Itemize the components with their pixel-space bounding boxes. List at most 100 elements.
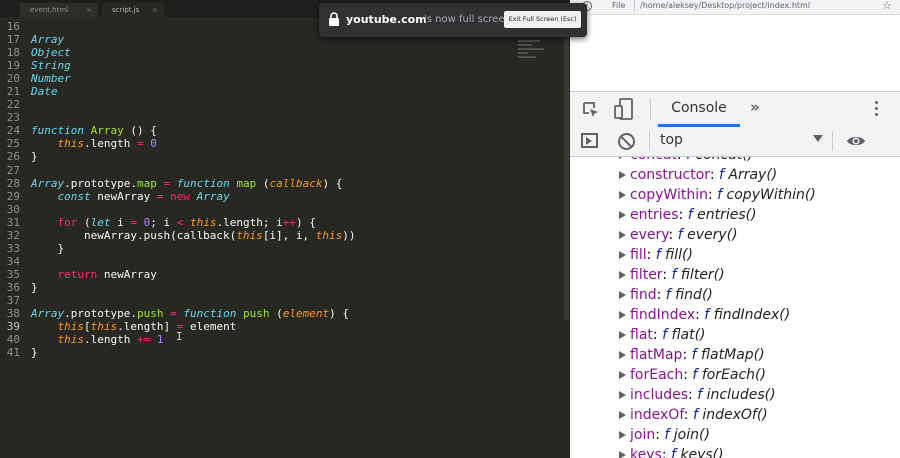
property-val: join() [673, 427, 710, 443]
code-token: .length] [117, 320, 177, 334]
bookmark-star-icon[interactable]: ☆ [882, 0, 892, 12]
code-line[interactable]: 21 Date [0, 85, 560, 98]
expand-triangle-icon[interactable] [619, 157, 626, 159]
code-line[interactable]: 18 Object [0, 46, 560, 59]
property-key: indexOf [630, 407, 684, 423]
code-text: this[this.length] = element [31, 320, 237, 334]
expand-triangle-icon[interactable] [619, 171, 626, 179]
expand-triangle-icon[interactable] [619, 351, 626, 359]
property-val: indexOf() [702, 407, 768, 423]
code-token: this [57, 320, 85, 334]
property-key: flat [630, 327, 653, 343]
context-select[interactable]: top [656, 127, 824, 155]
code-text: Object [31, 46, 71, 59]
code-line[interactable]: 26} [0, 150, 560, 163]
line-number: 25 [6, 137, 20, 151]
code-line[interactable]: 40 this.length += 1 [0, 333, 560, 346]
line-number: 31 [6, 215, 20, 229]
code-line[interactable]: 34 [0, 255, 560, 268]
code-token: = [170, 307, 177, 321]
tab-console[interactable]: Console [658, 92, 740, 127]
lock-icon [329, 12, 339, 26]
expand-triangle-icon[interactable] [619, 211, 626, 219]
tab-script-js[interactable]: script.js × [102, 3, 164, 17]
property-val: forEach() [701, 367, 766, 383]
code-line[interactable]: 29 const newArray = new Array [0, 190, 560, 203]
more-tabs-icon[interactable]: » [750, 98, 760, 116]
show-sidebar-icon[interactable] [581, 133, 598, 148]
editor-scrollbar[interactable] [564, 20, 569, 320]
line-number: 26 [6, 150, 20, 164]
expand-triangle-icon[interactable] [619, 291, 626, 299]
tab-event-html[interactable]: event.html × [20, 3, 98, 17]
line-number: 19 [6, 59, 20, 73]
property-text: flatMap: f flatMap() [630, 345, 765, 365]
code-line[interactable]: 35 return newArray [0, 268, 560, 281]
code-line[interactable]: 32 newArray.push(callback(this[i], i, th… [0, 229, 560, 242]
property-text: every: f every() [630, 225, 738, 245]
expand-triangle-icon[interactable] [619, 231, 626, 239]
code-line[interactable]: 28 Array.prototype.map = function map (ca… [0, 177, 560, 190]
code-token: let [90, 215, 111, 229]
code-editor[interactable]: event.html × script.js × 16 17 Array 18 Obje… [0, 0, 570, 458]
code-text: for (let i = 0; i < this.length; i++) { [31, 216, 316, 229]
code-line[interactable]: 39 this[this.length] = element [0, 320, 560, 333]
code-line[interactable]: 37 [0, 294, 560, 307]
code-line[interactable]: 36} [0, 281, 560, 294]
code-token: newArray [90, 189, 157, 203]
expand-triangle-icon[interactable] [619, 391, 626, 399]
property-val: filter() [680, 267, 725, 283]
code-line[interactable]: 22 [0, 98, 560, 111]
code-line[interactable]: 23 [0, 111, 560, 124]
property-sep: : [688, 387, 698, 403]
code-token: map [136, 176, 157, 190]
console-output[interactable]: concat: f concat()constructor: f Array()… [570, 157, 900, 458]
eye-icon[interactable] [846, 134, 866, 148]
code-token: Array [196, 189, 230, 203]
property-text: fill: f fill() [630, 245, 693, 265]
code-line[interactable]: 24 function Array () { [0, 124, 560, 137]
device-toolbar-icon[interactable] [614, 98, 636, 120]
expand-triangle-icon[interactable] [619, 411, 626, 419]
expand-triangle-icon[interactable] [619, 451, 626, 458]
divider [832, 131, 833, 151]
code-line[interactable]: 25 this.length = 0 [0, 137, 560, 150]
close-tab-icon[interactable]: × [152, 3, 158, 17]
minimap[interactable] [518, 40, 548, 80]
property-sep: : [652, 327, 663, 343]
line-number: 27 [6, 163, 20, 177]
close-tab-icon[interactable]: × [86, 3, 92, 17]
code-line[interactable]: 30 [0, 203, 560, 216]
property-val: includes() [706, 387, 776, 403]
code-line[interactable]: 41} [0, 346, 560, 359]
property-text: find: f find() [630, 285, 713, 305]
code-line[interactable]: 20 Number [0, 72, 560, 85]
code-token: Number [31, 72, 71, 86]
inspect-element-icon[interactable] [582, 101, 600, 119]
more-options-icon[interactable] [875, 101, 879, 119]
code-area[interactable]: 16 17 Array 18 Object 19 String 20 Number 21 Date 2… [0, 20, 560, 359]
exit-fullscreen-button[interactable]: Exit Full Screen (Esc) [504, 11, 581, 28]
property-key: constructor [630, 167, 710, 183]
code-line[interactable]: 19 String [0, 59, 560, 72]
clear-console-icon[interactable] [618, 133, 635, 150]
expand-triangle-icon[interactable] [619, 251, 626, 259]
url-path[interactable]: /home/aleksey/Desktop/project/index.html [640, 1, 810, 10]
code-token: i [110, 215, 131, 229]
code-line[interactable]: 33 } [0, 242, 560, 255]
code-line[interactable]: 38 Array.prototype.push = function push (… [0, 307, 560, 320]
expand-triangle-icon[interactable] [619, 311, 626, 319]
line-number: 22 [6, 98, 20, 112]
code-line[interactable]: 27 [0, 164, 560, 177]
expand-triangle-icon[interactable] [619, 331, 626, 339]
address-bar[interactable]: i File /home/aleksey/Desktop/project/ind… [570, 0, 900, 15]
property-val: flat() [671, 327, 706, 343]
expand-triangle-icon[interactable] [619, 371, 626, 379]
expand-triangle-icon[interactable] [619, 271, 626, 279]
code-line[interactable]: 31 for (let i = 0; i < this.length; i++)… [0, 216, 560, 229]
expand-triangle-icon[interactable] [619, 431, 626, 439]
expand-triangle-icon[interactable] [619, 191, 626, 199]
